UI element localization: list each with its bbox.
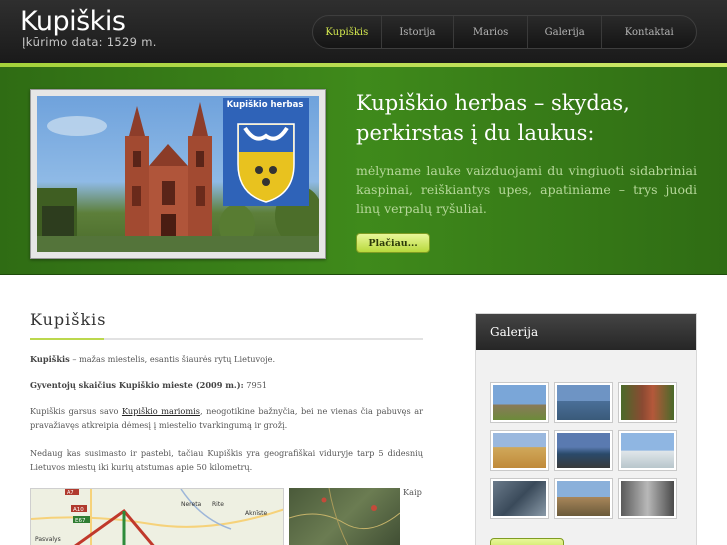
banner-title: Kupiškio herbas – skydas, perkirstas į d… [356,91,630,145]
site-founding-date: Įkūrimo data: 1529 m. [22,35,157,49]
map-label-pasvalys: Pasvalys [35,536,61,543]
nav-item-istorija[interactable]: Istorija [382,16,455,48]
road-map-image: A7 A10 E67 Pasvalys Nereta Rite Aknīste [30,488,284,545]
map-label-nereta: Nereta [181,501,202,508]
gallery-thumb-2[interactable] [554,382,613,423]
kupiskio-marios-link[interactable]: Kupiškio mariomis [122,406,200,416]
trailing-text: Kaip [403,487,422,497]
population-value: 7951 [243,380,268,390]
gallery-thumb-3[interactable] [618,382,677,423]
map-label-a7: A7 [67,490,74,496]
gallery-sidebar: Galerija [475,313,697,545]
gallery-thumb-8[interactable] [554,478,613,519]
map-label-rite: Rite [212,501,224,508]
gallery-thumb-4[interactable] [490,430,549,471]
church-illustration [37,98,319,252]
road-map-drawing: A7 A10 E67 Pasvalys Nereta Rite Aknīste [31,489,283,545]
main-nav: Kupiškis Istorija Marios Galerija Kontak… [312,15,697,49]
nav-item-kontaktai[interactable]: Kontaktai [602,16,696,48]
satellite-drawing [289,488,400,545]
attractions-paragraph: Kupiškis garsus savo Kupiškio mariomis, … [30,404,423,432]
gallery-title: Galerija [476,314,696,350]
map-label-a10: A10 [73,507,84,513]
gallery-thumb-1[interactable] [490,382,549,423]
title-divider [30,338,423,340]
featured-banner: Kupiškio herbas Kupiškio herbas – skydas… [0,67,727,275]
coat-of-arms-caption: Kupiškio herbas [226,100,304,110]
nav-item-kupiskis[interactable]: Kupiškis [313,16,382,48]
geography-paragraph: Nedaug kas susimasto ir pastebi, tačiau … [30,448,423,472]
intro-paragraph: Kupiškis – mažas miestelis, esantis šiau… [30,352,423,366]
population-label: Gyventojų skaičius Kupiškio mieste (2009… [30,380,244,390]
satellite-map-image [289,488,400,545]
nav-item-galerija[interactable]: Galerija [528,16,603,48]
gallery-thumb-7[interactable] [490,478,549,519]
site-logo-title[interactable]: Kupiškis [20,6,126,37]
intro-text: – mažas miestelis, esantis šiaurės rytų … [69,354,276,364]
read-more-button[interactable]: Plačiau... [356,233,430,253]
gallery-thumb-9[interactable] [618,478,677,519]
attractions-text-start: Kupiškis garsus savo [30,406,122,416]
intro-bold: Kupiškis [30,354,70,364]
population-paragraph: Gyventojų skaičius Kupiškio mieste (2009… [30,378,423,392]
gallery-thumb-5[interactable] [554,430,613,471]
page-title: Kupiškis [30,310,107,329]
banner-description: mėlyname lauke vaizduojami du vingiuoti … [356,163,697,216]
church-with-coat-of-arms-photo: Kupiškio herbas [37,96,319,252]
gallery-more-button[interactable] [490,538,564,545]
nav-item-marios[interactable]: Marios [454,16,528,48]
gallery-thumb-6[interactable] [618,430,677,471]
map-label-akniste: Aknīste [245,510,268,517]
banner-photo-frame: Kupiškio herbas [30,89,326,259]
site-header: Kupiškis Įkūrimo data: 1529 m. Kupiškis … [0,0,727,63]
map-label-e67: E67 [75,518,86,524]
